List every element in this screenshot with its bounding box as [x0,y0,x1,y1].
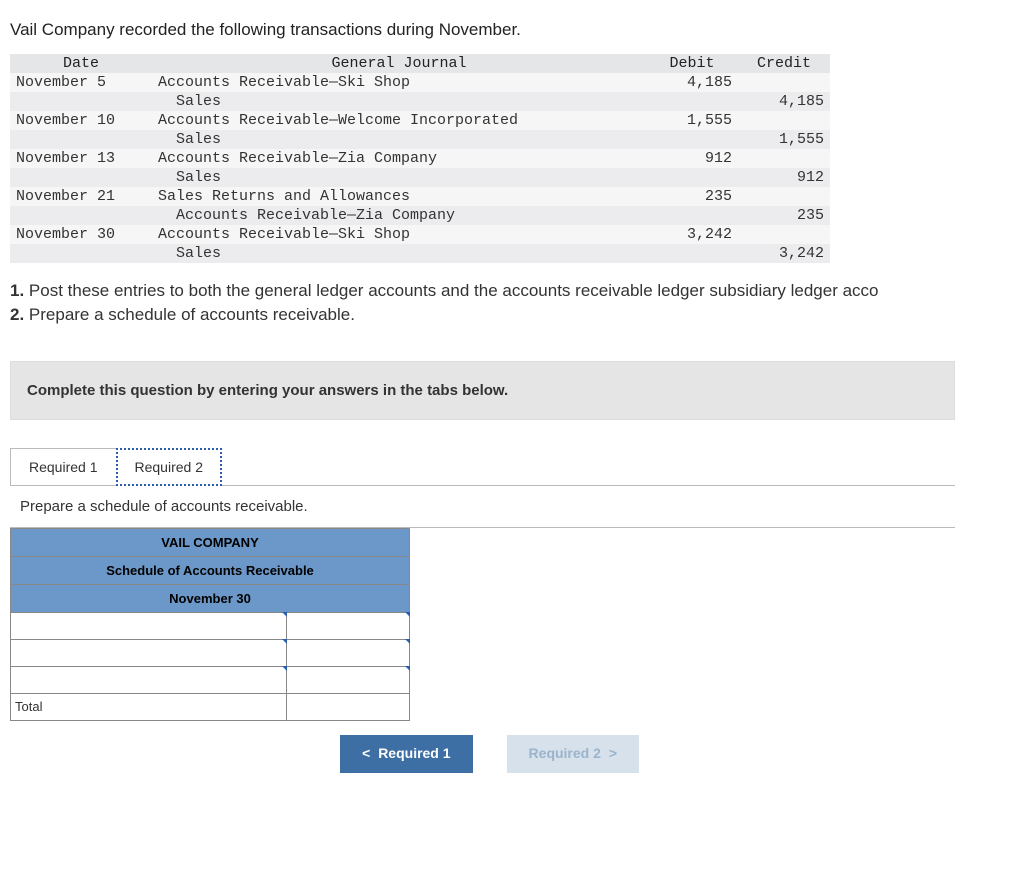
journal-row: Sales 1,555 [10,130,830,149]
col-desc: General Journal [152,54,646,73]
journal-credit [738,187,830,206]
instruction-1-num: 1. [10,281,24,300]
col-credit: Credit [738,54,830,73]
journal-desc: Accounts Receivable—Welcome Incorporated [152,111,646,130]
journal-debit [646,244,738,263]
journal-debit [646,206,738,225]
instruction-1-text: Post these entries to both the general l… [24,281,878,300]
general-journal-table: Date General Journal Debit Credit Novemb… [10,54,830,263]
journal-debit [646,130,738,149]
journal-credit: 912 [738,168,830,187]
schedule-amount-input[interactable] [287,612,410,639]
instruction-2-text: Prepare a schedule of accounts receivabl… [24,305,355,324]
journal-row: Sales 912 [10,168,830,187]
journal-debit: 4,185 [646,73,738,92]
schedule-row [11,666,410,693]
chevron-right-icon: > [609,747,617,763]
journal-desc: Accounts Receivable—Zia Company [152,206,646,225]
schedule-subtitle: Schedule of Accounts Receivable [11,556,410,584]
schedule-total-row: Total [11,693,410,720]
journal-date: November 13 [10,149,152,168]
journal-row: Sales 3,242 [10,244,830,263]
journal-credit: 235 [738,206,830,225]
tab-bar: Required 1 Required 2 [10,448,1024,486]
journal-credit: 4,185 [738,92,830,111]
next-button-label: Required 2 [529,745,601,761]
schedule-total-label: Total [11,693,287,720]
next-button[interactable]: Required 2 > [507,735,640,773]
prev-button-label: Required 1 [378,745,450,761]
schedule-amount-input[interactable] [287,639,410,666]
col-debit: Debit [646,54,738,73]
schedule-row [11,612,410,639]
prev-button[interactable]: < Required 1 [340,735,473,773]
journal-credit [738,73,830,92]
journal-desc: Sales [152,244,646,263]
answer-prompt-box: Complete this question by entering your … [10,361,955,420]
journal-desc: Sales [152,168,646,187]
journal-row: November 13Accounts Receivable—Zia Compa… [10,149,830,168]
journal-credit [738,111,830,130]
journal-date [10,168,152,187]
journal-date: November 10 [10,111,152,130]
journal-row: November 5Accounts Receivable—Ski Shop4,… [10,73,830,92]
journal-desc: Accounts Receivable—Ski Shop [152,225,646,244]
journal-row: November 30Accounts Receivable—Ski Shop3… [10,225,830,244]
journal-credit: 3,242 [738,244,830,263]
journal-desc: Accounts Receivable—Zia Company [152,149,646,168]
journal-credit [738,149,830,168]
schedule-title: VAIL COMPANY [11,528,410,556]
schedule-row [11,639,410,666]
schedule-account-input[interactable] [11,666,287,693]
journal-desc: Accounts Receivable—Ski Shop [152,73,646,92]
journal-debit: 235 [646,187,738,206]
journal-date [10,244,152,263]
journal-row: November 21Sales Returns and Allowances2… [10,187,830,206]
chevron-left-icon: < [362,747,370,763]
schedule-date: November 30 [11,584,410,612]
journal-desc: Sales [152,130,646,149]
journal-row: Sales 4,185 [10,92,830,111]
journal-date [10,206,152,225]
journal-credit [738,225,830,244]
intro-text: Vail Company recorded the following tran… [10,20,1024,40]
journal-debit: 1,555 [646,111,738,130]
journal-date [10,92,152,111]
sub-instruction: Prepare a schedule of accounts receivabl… [10,485,955,528]
journal-desc: Sales [152,92,646,111]
col-date: Date [10,54,152,73]
tab-required-2[interactable]: Required 2 [116,448,223,486]
schedule-amount-input[interactable] [287,666,410,693]
schedule-total-value[interactable] [287,693,410,720]
tab-required-1[interactable]: Required 1 [10,448,117,486]
journal-row: November 10Accounts Receivable—Welcome I… [10,111,830,130]
instructions: 1. Post these entries to both the genera… [10,279,1024,327]
nav-buttons: < Required 1 Required 2 > [340,735,1024,773]
schedule-account-input[interactable] [11,639,287,666]
journal-debit: 3,242 [646,225,738,244]
instruction-2-num: 2. [10,305,24,324]
schedule-table: VAIL COMPANY Schedule of Accounts Receiv… [10,528,410,721]
journal-row: Accounts Receivable—Zia Company 235 [10,206,830,225]
journal-date: November 5 [10,73,152,92]
schedule-account-input[interactable] [11,612,287,639]
journal-desc: Sales Returns and Allowances [152,187,646,206]
journal-credit: 1,555 [738,130,830,149]
journal-date: November 30 [10,225,152,244]
journal-debit [646,92,738,111]
journal-debit [646,168,738,187]
journal-debit: 912 [646,149,738,168]
journal-date [10,130,152,149]
journal-date: November 21 [10,187,152,206]
